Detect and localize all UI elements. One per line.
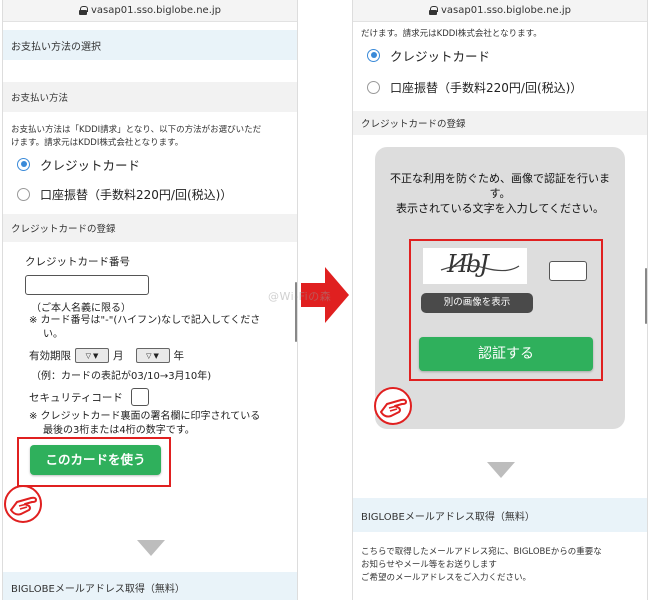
security-note-line-1: ※ クレジットカード裏面の署名欄に印字されている <box>29 411 261 422</box>
radio-unselected-icon[interactable] <box>17 187 30 201</box>
security-note: ※ クレジットカード裏面の署名欄に印字されている 最後の3桁または4桁の数字です… <box>3 410 297 438</box>
verify-button[interactable]: 認証する <box>419 337 593 371</box>
url-text: vasap01.sso.biglobe.ne.jp <box>90 5 222 16</box>
payment-note-line-2: けます。請求元はKDDI株式会社となります。 <box>11 138 184 148</box>
lock-icon <box>78 6 88 15</box>
watermark: @Wi-Fiの森 <box>268 290 332 303</box>
payment-note: お支払い方法は「KDDI請求」となり、以下の方法がお選びいただ けます。請求元は… <box>3 124 297 150</box>
url-text: vasap01.sso.biglobe.ne.jp <box>440 5 572 16</box>
radio-selected-icon[interactable] <box>367 48 380 62</box>
hyphen-note-line-1: ※ カード番号は"-"(ハイフン)なしで記入してくださ <box>29 315 261 326</box>
mail-note-line-2: お知らせやメール等をお送りします <box>361 560 497 570</box>
modal-message: 不正な利用を防ぐため、画像で認証を行いま す。 表示されている文字を入力してくだ… <box>375 171 625 216</box>
card-registration-heading-text: クレジットカードの登録 <box>361 119 466 130</box>
left-phone-screen: vasap01.sso.biglobe.ne.jp お支払い方法の選択 お支払い… <box>2 0 298 600</box>
hyphen-note-line-2: い。 <box>43 329 63 340</box>
next-section: BIGLOBEメールアドレス取得（無料） <box>3 572 297 600</box>
radio-credit-label: クレジットカード <box>390 48 491 64</box>
modal-message-line-2: す。 <box>489 187 511 200</box>
month-label: 月 <box>113 350 124 362</box>
mail-note-line-3: ご希望のメールアドレスをご入力ください。 <box>361 573 532 583</box>
modal-message-line-3: 表示されている文字を入力してください。 <box>395 202 604 215</box>
card-number-label: クレジットカード番号 <box>25 256 130 268</box>
security-code-input[interactable] <box>130 388 149 406</box>
radio-bank-label: 口座振替（手数料220円/回(税込)） <box>40 187 233 202</box>
next-section: BIGLOBEメールアドレス取得（無料） <box>353 498 647 532</box>
security-row: セキュリティコード <box>3 388 297 406</box>
security-note-line-2: 最後の3桁または4桁の数字です。 <box>43 425 195 436</box>
next-section-text: BIGLOBEメールアドレス取得（無料） <box>361 511 535 523</box>
hyphen-note: ※ カード番号は"-"(ハイフン)なしで記入してくださ い。 <box>3 314 297 342</box>
other-image-button[interactable]: 別の画像を表示 <box>421 293 533 313</box>
pointing-hand-icon <box>4 485 42 523</box>
url-bar[interactable]: vasap01.sso.biglobe.ne.jp <box>353 0 647 22</box>
dropdown-arrow-icon: ▼ <box>93 351 99 360</box>
radio-bank-label: 口座振替（手数料220円/回(税込)） <box>390 80 583 95</box>
use-card-button[interactable]: このカードを使う <box>30 445 161 475</box>
month-select[interactable]: ▽ ▼ <box>75 348 109 363</box>
radio-bank-transfer[interactable]: 口座振替（手数料220円/回(税込)） <box>353 75 647 99</box>
url-bar[interactable]: vasap01.sso.biglobe.ne.jp <box>3 0 297 22</box>
captcha-input[interactable] <box>549 261 587 281</box>
radio-credit-card[interactable]: クレジットカード <box>353 43 647 67</box>
own-name-note: （ご本人名義に限る） <box>31 303 131 314</box>
captcha-noise <box>440 264 520 272</box>
radio-bank-transfer[interactable]: 口座振替（手数料220円/回(税込)） <box>3 182 297 206</box>
section-title-text: お支払い方法の選択 <box>11 41 101 53</box>
payment-heading-text: お支払い方法 <box>11 93 69 104</box>
down-arrow-icon <box>487 462 515 478</box>
expiry-example: （例：カードの表記が03/10→3月10年) <box>31 371 212 382</box>
pointing-hand-icon <box>374 387 412 425</box>
card-number-input[interactable] <box>25 275 149 295</box>
security-code-label: セキュリティコード <box>29 391 123 404</box>
lock-icon <box>428 6 438 15</box>
radio-credit-label: クレジットカード <box>40 157 141 173</box>
right-phone-screen: vasap01.sso.biglobe.ne.jp だけます。請求元はKDDI株… <box>352 0 648 600</box>
radio-selected-icon[interactable] <box>17 157 30 171</box>
payment-heading: お支払い方法 <box>3 82 297 112</box>
dropdown-arrow-icon: ▼ <box>153 351 159 360</box>
section-title: お支払い方法の選択 <box>3 30 297 60</box>
expiry-row: 有効期限 ▽ ▼ 月 ▽ ▼ 年 <box>3 348 297 363</box>
mail-note: こちらで取得したメールアドレス宛に、BIGLOBEからの重要な お知らせやメール… <box>353 546 647 585</box>
captcha-image: ИbJ <box>423 248 527 284</box>
year-label: 年 <box>173 350 185 362</box>
expiry-label: 有効期限 <box>29 350 71 362</box>
card-registration-heading: クレジットカードの登録 <box>3 214 297 242</box>
top-note: だけます。請求元はKDDI株式会社となります。 <box>361 29 542 39</box>
year-select[interactable]: ▽ ▼ <box>135 348 170 363</box>
next-section-text: BIGLOBEメールアドレス取得（無料） <box>11 583 185 595</box>
mail-note-line-1: こちらで取得したメールアドレス宛に、BIGLOBEからの重要な <box>361 547 602 557</box>
down-arrow-icon <box>137 540 165 556</box>
card-registration-heading-text: クレジットカードの登録 <box>11 224 116 235</box>
radio-credit-card[interactable]: クレジットカード <box>3 152 297 176</box>
scrollbar[interactable] <box>645 268 647 324</box>
payment-note-line-1: お支払い方法は「KDDI請求」となり、以下の方法がお選びいただ <box>11 125 262 135</box>
radio-unselected-icon[interactable] <box>367 80 380 94</box>
card-registration-heading: クレジットカードの登録 <box>353 111 647 135</box>
modal-message-line-1: 不正な利用を防ぐため、画像で認証を行いま <box>390 172 610 185</box>
